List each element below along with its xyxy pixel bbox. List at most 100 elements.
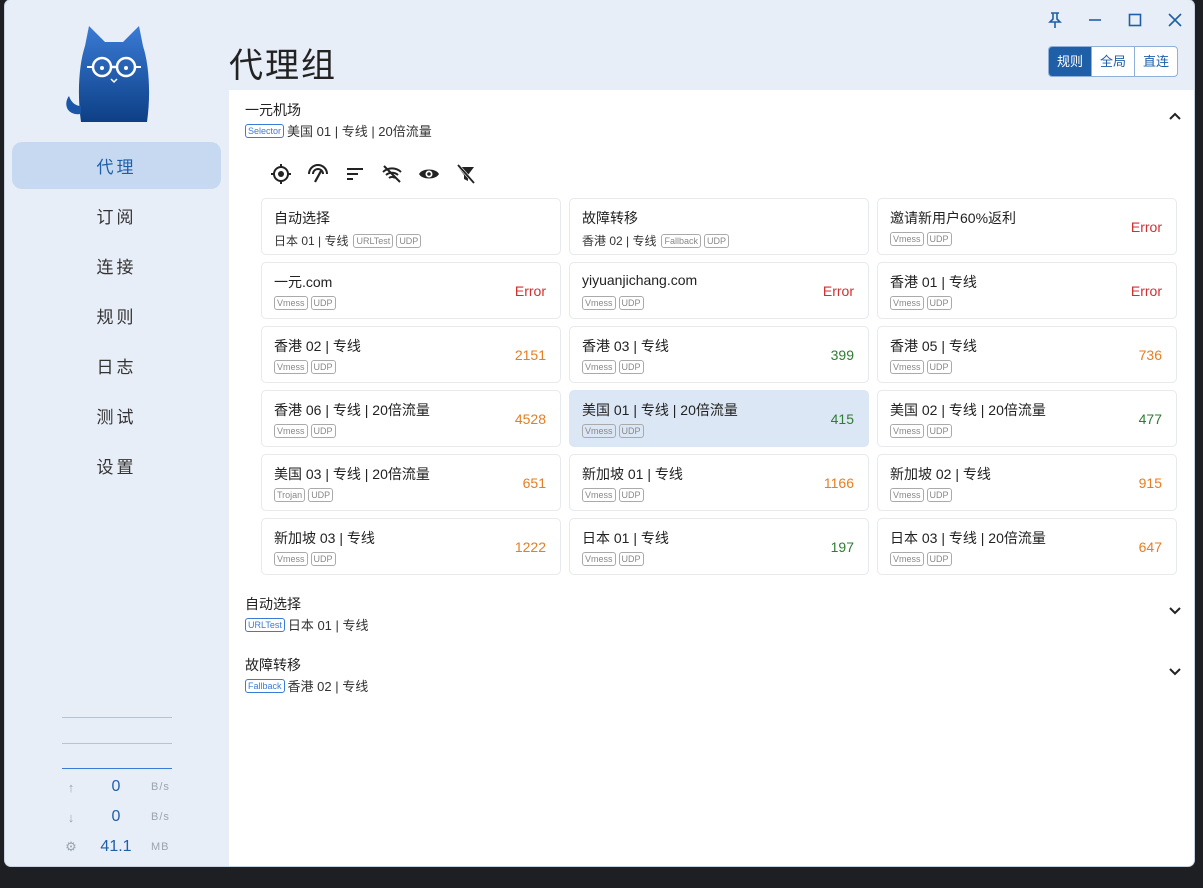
node-delay[interactable]: Error (1131, 219, 1162, 235)
sidebar-item[interactable]: 测试 (12, 392, 221, 439)
node-tag: UDP (618, 488, 644, 502)
proxy-node-card[interactable]: 香港 01 | 专线 Vmess UDP Error (877, 262, 1177, 319)
node-tag: Vmess (274, 424, 308, 438)
proxy-node-card[interactable]: 新加坡 03 | 专线 Vmess UDP 1222 (261, 518, 561, 575)
memory-usage: ⚙ 41.1 MB (61, 836, 181, 858)
hide-unavailable-icon[interactable] (380, 162, 404, 186)
proxy-node-card[interactable]: 邀请新用户60%返利 Vmess UDP Error (877, 198, 1177, 255)
node-tag: Fallback (661, 233, 701, 248)
mode-button[interactable]: 直连 (1134, 47, 1177, 76)
node-delay[interactable]: 736 (1139, 347, 1162, 363)
node-tag: Vmess (582, 552, 616, 566)
node-name: 美国 03 | 专线 | 20倍流量 (274, 466, 430, 482)
node-delay[interactable]: 647 (1139, 539, 1162, 555)
node-tag: Vmess (890, 232, 924, 246)
proxy-node-card[interactable]: 香港 05 | 专线 Vmess UDP 736 (877, 326, 1177, 383)
node-delay[interactable]: 399 (831, 347, 854, 363)
speed-test-icon[interactable] (306, 162, 330, 186)
node-delay[interactable]: 477 (1139, 411, 1162, 427)
node-name: 香港 01 | 专线 (890, 274, 977, 290)
proxy-node-card[interactable]: 日本 01 | 专线 Vmess UDP 197 (569, 518, 869, 575)
node-tag: Vmess (274, 552, 308, 566)
node-delay[interactable]: 197 (831, 539, 854, 555)
node-delay[interactable]: 4528 (515, 411, 546, 427)
proxy-node-card[interactable]: 自动选择 日本 01 | 专线 URLTest UDP (261, 198, 561, 255)
node-tag: UDP (926, 360, 952, 374)
mode-button[interactable]: 规则 (1049, 47, 1092, 76)
group-header[interactable]: 一元机场 Selector 美国 01 | 专线 | 20倍流量 (245, 100, 1185, 150)
arrow-up-icon: ↑ (67, 779, 75, 795)
node-tag: Vmess (890, 424, 924, 438)
proxy-node-card[interactable]: 故障转移 香港 02 | 专线 Fallback UDP (569, 198, 869, 255)
node-delay[interactable]: 1222 (515, 539, 546, 555)
node-tag: UDP (618, 296, 644, 310)
node-delay[interactable]: Error (1131, 283, 1162, 299)
proxy-node-card[interactable]: 香港 06 | 专线 | 20倍流量 Vmess UDP 4528 (261, 390, 561, 447)
proxy-node-card[interactable]: 美国 01 | 专线 | 20倍流量 Vmess UDP 415 (569, 390, 869, 447)
sidebar-item[interactable]: 规则 (12, 292, 221, 339)
pin-icon[interactable] (1043, 8, 1067, 32)
node-delay[interactable]: 415 (831, 411, 854, 427)
filter-off-icon[interactable] (454, 162, 478, 186)
visibility-icon[interactable] (417, 162, 441, 186)
download-speed: ↓ 0 B/s (61, 806, 181, 828)
group-current-node: 美国 01 | 专线 | 20倍流量 (287, 124, 432, 139)
close-icon[interactable] (1163, 8, 1187, 32)
maximize-icon[interactable] (1123, 8, 1147, 32)
proxy-node-card[interactable]: 新加坡 02 | 专线 Vmess UDP 915 (877, 454, 1177, 511)
node-name: 日本 03 | 专线 | 20倍流量 (890, 530, 1046, 546)
node-current: 日本 01 | 专线 (274, 234, 349, 248)
node-tag: Trojan (274, 488, 306, 502)
sort-icon[interactable] (343, 162, 367, 186)
node-name: 新加坡 03 | 专线 (274, 530, 375, 546)
chevron-up-icon[interactable] (1165, 106, 1185, 126)
node-delay[interactable]: 1166 (824, 475, 854, 491)
sidebar-item[interactable]: 代理 (12, 142, 221, 189)
node-name: 香港 06 | 专线 | 20倍流量 (274, 402, 430, 418)
proxy-node-card[interactable]: 香港 02 | 专线 Vmess UDP 2151 (261, 326, 561, 383)
node-delay[interactable]: Error (515, 283, 546, 299)
group-type-badge: Fallback (245, 678, 285, 693)
node-tag: UDP (926, 552, 952, 566)
node-tag: Vmess (582, 296, 616, 310)
sidebar-item[interactable]: 日志 (12, 342, 221, 389)
group-type-badge: URLTest (245, 617, 285, 632)
node-name: 香港 02 | 专线 (274, 338, 361, 354)
memory-icon: ⚙ (65, 839, 77, 854)
node-tag: UDP (926, 232, 952, 246)
node-name: yiyuanjichang.com (582, 272, 698, 288)
node-tag: Vmess (582, 424, 616, 438)
node-tag: Vmess (890, 488, 924, 502)
node-name: 故障转移 (582, 210, 638, 226)
node-delay[interactable]: 2151 (515, 347, 546, 363)
chevron-down-icon[interactable] (1165, 600, 1185, 620)
group-header[interactable]: 故障转移 Fallback 香港 02 | 专线 (245, 655, 1185, 705)
proxy-node-card[interactable]: 美国 02 | 专线 | 20倍流量 Vmess UDP 477 (877, 390, 1177, 447)
proxy-node-card[interactable]: 香港 03 | 专线 Vmess UDP 399 (569, 326, 869, 383)
arrow-down-icon: ↓ (67, 809, 75, 825)
node-delay[interactable]: 915 (1139, 475, 1162, 491)
sidebar-item[interactable]: 连接 (12, 242, 221, 289)
node-name: 新加坡 02 | 专线 (890, 466, 991, 482)
sidebar-item[interactable]: 设置 (12, 442, 221, 489)
proxy-node-card[interactable]: yiyuanjichang.com Vmess UDP Error (569, 262, 869, 319)
node-tag: URLTest (353, 233, 394, 248)
mode-button[interactable]: 全局 (1091, 47, 1134, 76)
node-delay[interactable]: 651 (523, 475, 546, 491)
node-name: 日本 01 | 专线 (582, 530, 669, 546)
proxy-node-card[interactable]: 新加坡 01 | 专线 Vmess UDP 1166 (569, 454, 869, 511)
proxy-node-card[interactable]: 一元.com Vmess UDP Error (261, 262, 561, 319)
proxy-groups-panel: 一元机场 Selector 美国 01 | 专线 | 20倍流量 自动选择 日本 … (229, 90, 1194, 866)
sidebar: 代理 订阅 连接 规则 日志 测试 设置 ↑ 0 B/s ↓ 0 B/s ⚙ 41.1 MB (5, 0, 229, 866)
node-name: 香港 03 | 专线 (582, 338, 669, 354)
locate-icon[interactable] (269, 162, 293, 186)
group-header[interactable]: 自动选择 URLTest 日本 01 | 专线 (245, 594, 1185, 644)
proxy-node-card[interactable]: 日本 03 | 专线 | 20倍流量 Vmess UDP 647 (877, 518, 1177, 575)
node-name: 香港 05 | 专线 (890, 338, 977, 354)
minimize-icon[interactable] (1083, 8, 1107, 32)
background-edge (0, 866, 1203, 888)
node-delay[interactable]: Error (823, 283, 854, 299)
proxy-node-card[interactable]: 美国 03 | 专线 | 20倍流量 Trojan UDP 651 (261, 454, 561, 511)
sidebar-item[interactable]: 订阅 (12, 192, 221, 239)
chevron-down-icon[interactable] (1165, 661, 1185, 681)
